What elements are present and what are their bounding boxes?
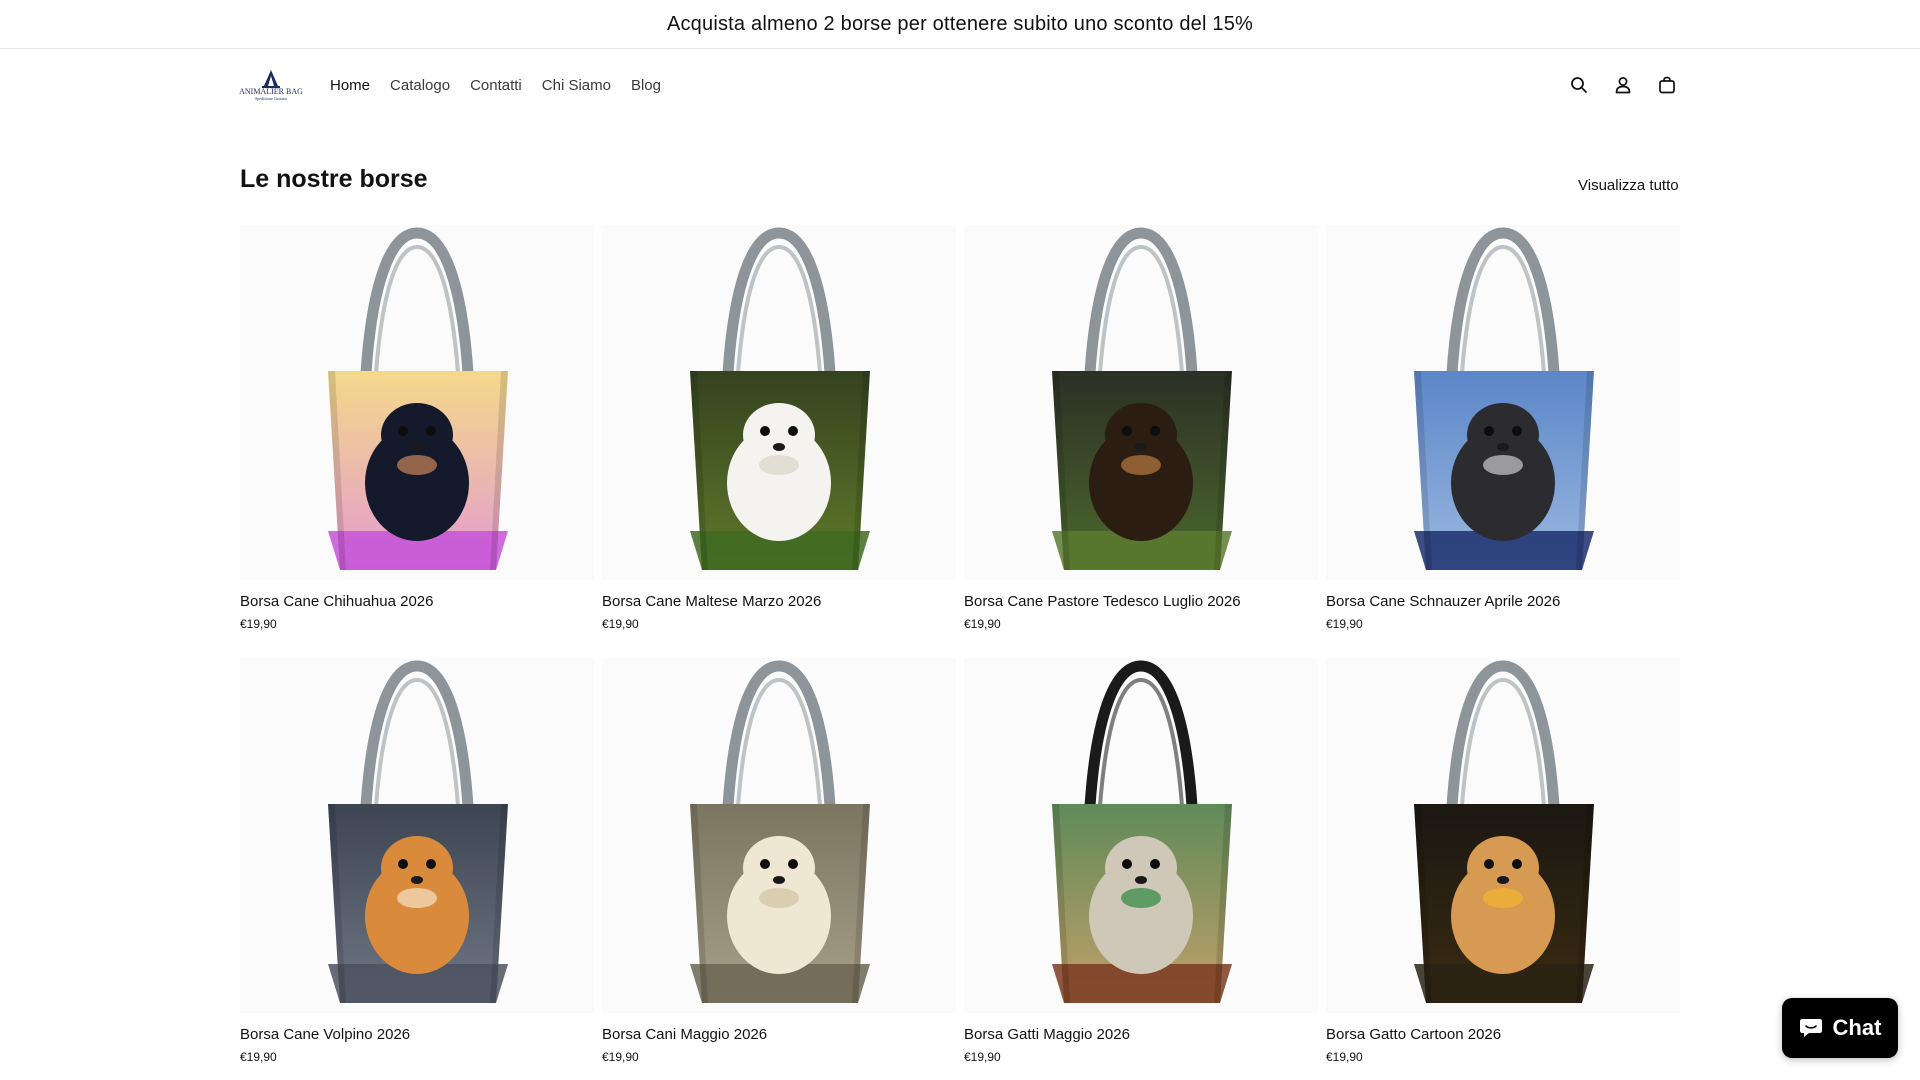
product-media[interactable] xyxy=(602,658,956,1013)
product-image xyxy=(240,658,594,1013)
logo-text: ANIMALIER BAG xyxy=(239,86,303,96)
product-title[interactable]: Borsa Cane Chihuahua 2026 xyxy=(240,593,594,611)
product-image xyxy=(964,225,1318,580)
product-grid: Borsa Cane Chihuahua 2026 €19,90 Borsa C… xyxy=(240,225,1680,1064)
product-image xyxy=(964,658,1318,1013)
product-price: €19,90 xyxy=(602,1050,639,1064)
account-icon xyxy=(1615,77,1631,94)
product-price: €19,90 xyxy=(1326,1050,1363,1064)
search-button[interactable] xyxy=(1566,72,1592,98)
logo-mark-icon xyxy=(262,69,280,88)
product-price: €19,90 xyxy=(602,617,639,631)
product-media[interactable] xyxy=(240,225,594,580)
product-image xyxy=(602,225,956,580)
account-button[interactable] xyxy=(1610,72,1636,98)
product-price: €19,90 xyxy=(240,617,277,631)
nav-blog[interactable]: Blog xyxy=(621,71,671,100)
product-title[interactable]: Borsa Cane Volpino 2026 xyxy=(240,1026,594,1044)
product-price: €19,90 xyxy=(1326,617,1363,631)
product-title[interactable]: Borsa Cani Maggio 2026 xyxy=(602,1026,956,1044)
nav-chi-siamo[interactable]: Chi Siamo xyxy=(532,71,621,100)
product-title[interactable]: Borsa Cane Maltese Marzo 2026 xyxy=(602,593,956,611)
announcement-text: Acquista almeno 2 borse per ottenere sub… xyxy=(666,12,1254,35)
product-image xyxy=(240,225,594,580)
chat-bubble-icon xyxy=(1799,1019,1822,1037)
product-title[interactable]: Borsa Gatto Cartoon 2026 xyxy=(1326,1026,1680,1044)
product-media[interactable] xyxy=(1326,658,1680,1013)
logo-subtext: Spedizione Gratuita xyxy=(255,95,287,101)
chat-button[interactable]: Chat xyxy=(1782,998,1898,1058)
product-title[interactable]: Borsa Cane Schnauzer Aprile 2026 xyxy=(1326,593,1680,611)
product-card[interactable]: Borsa Cane Maltese Marzo 2026 €19,90 xyxy=(602,225,956,631)
site-header: ANIMALIER BAG Spedizione Gratuita Home C… xyxy=(239,49,1680,121)
product-card[interactable]: Borsa Cane Volpino 2026 €19,90 xyxy=(240,658,594,1064)
product-image xyxy=(1326,225,1680,580)
product-media[interactable] xyxy=(240,658,594,1013)
cart-button[interactable] xyxy=(1654,72,1680,98)
product-card[interactable]: Borsa Gatto Cartoon 2026 €19,90 xyxy=(1326,658,1680,1064)
section-title: Le nostre borse xyxy=(240,165,428,193)
search-icon xyxy=(1571,77,1587,93)
product-media[interactable] xyxy=(1326,225,1680,580)
chat-label: Chat xyxy=(1832,1015,1882,1040)
product-price: €19,90 xyxy=(240,1050,277,1064)
product-media[interactable] xyxy=(602,225,956,580)
product-price: €19,90 xyxy=(964,1050,1001,1064)
product-price: €19,90 xyxy=(964,617,1001,631)
nav-contatti[interactable]: Contatti xyxy=(460,71,532,100)
product-title[interactable]: Borsa Cane Pastore Tedesco Luglio 2026 xyxy=(964,593,1318,611)
product-media[interactable] xyxy=(964,225,1318,580)
product-card[interactable]: Borsa Gatti Maggio 2026 €19,90 xyxy=(964,658,1318,1064)
cart-icon xyxy=(1659,76,1675,94)
product-card[interactable]: Borsa Cane Chihuahua 2026 €19,90 xyxy=(240,225,594,631)
view-all-link[interactable]: Visualizza tutto xyxy=(1578,177,1679,194)
site-logo[interactable]: ANIMALIER BAG Spedizione Gratuita xyxy=(239,65,303,105)
product-media[interactable] xyxy=(964,658,1318,1013)
nav-home[interactable]: Home xyxy=(320,71,380,100)
product-card[interactable]: Borsa Cane Pastore Tedesco Luglio 2026 €… xyxy=(964,225,1318,631)
main-nav: Home Catalogo Contatti Chi Siamo Blog xyxy=(320,71,671,100)
announcement-bar: Acquista almeno 2 borse per ottenere sub… xyxy=(0,0,1920,49)
product-title[interactable]: Borsa Gatti Maggio 2026 xyxy=(964,1026,1318,1044)
product-card[interactable]: Borsa Cani Maggio 2026 €19,90 xyxy=(602,658,956,1064)
nav-catalogo[interactable]: Catalogo xyxy=(380,71,460,100)
header-icons xyxy=(1566,72,1680,98)
product-image xyxy=(1326,658,1680,1013)
product-card[interactable]: Borsa Cane Schnauzer Aprile 2026 €19,90 xyxy=(1326,225,1680,631)
product-image xyxy=(602,658,956,1013)
